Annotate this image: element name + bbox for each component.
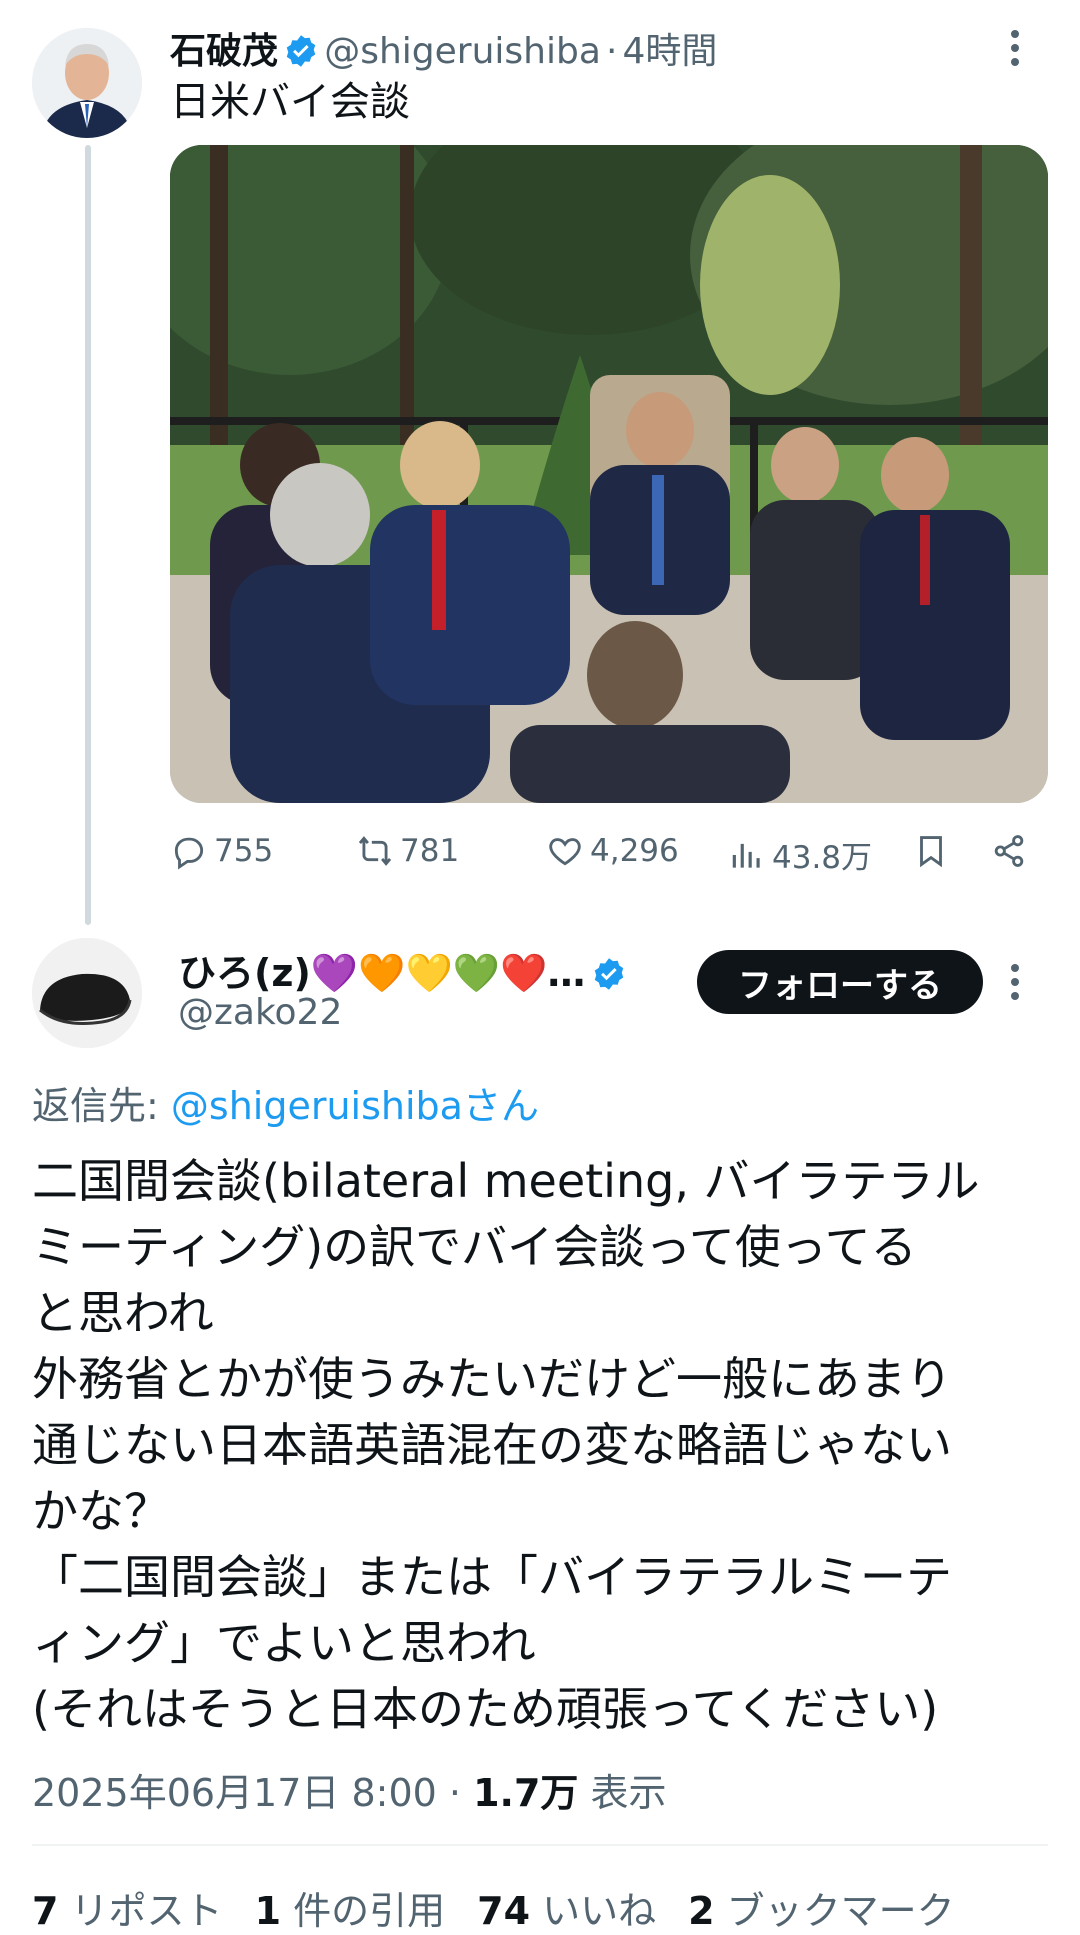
engagement-stats: 7 リポスト 1 件の引用 74 いいね 2 ブックマーク bbox=[32, 1880, 955, 1935]
reply-count: 755 bbox=[214, 833, 274, 869]
more-options-icon[interactable] bbox=[1008, 962, 1022, 1006]
author-handle[interactable]: @shigeruishiba bbox=[324, 31, 601, 72]
separator-dot: · bbox=[605, 31, 618, 72]
repost-count: 781 bbox=[400, 833, 460, 869]
heart-icon bbox=[549, 838, 581, 866]
stat-quotes[interactable]: 1 件の引用 bbox=[255, 1880, 446, 1935]
like-count: 4,296 bbox=[590, 833, 679, 869]
tweet-header: 石破茂 @shigeruishiba · 4時間 bbox=[170, 22, 718, 72]
like-action[interactable]: 4,296 bbox=[546, 832, 679, 870]
stat-count: 2 bbox=[688, 1889, 715, 1933]
repost-icon bbox=[358, 836, 392, 866]
stat-label: 件の引用 bbox=[293, 1889, 446, 1933]
author-name[interactable]: 石破茂 bbox=[170, 31, 278, 72]
reply-author-name[interactable]: ひろ(z)💜🧡💛💚❤️… bbox=[178, 951, 585, 995]
thread-connector-line bbox=[85, 145, 91, 925]
reply-to-handle-link[interactable]: @shigeruishibaさん bbox=[171, 1084, 539, 1128]
view-count: 43.8万 bbox=[772, 840, 873, 876]
views-action[interactable]: 43.8万 bbox=[728, 832, 872, 877]
reply-to-prefix: 返信先: bbox=[32, 1084, 171, 1128]
stat-label: リポスト bbox=[70, 1889, 223, 1933]
reply-action[interactable]: 755 bbox=[170, 832, 273, 870]
tweet-photo[interactable] bbox=[170, 145, 1048, 803]
stat-reposts[interactable]: 7 リポスト bbox=[32, 1880, 223, 1935]
repost-action[interactable]: 781 bbox=[356, 832, 459, 870]
stat-bookmarks[interactable]: 2 ブックマーク bbox=[688, 1880, 955, 1935]
reply-meta: 2025年06月17日 8:00 · 1.7万 表示 bbox=[32, 1762, 667, 1817]
stat-likes[interactable]: 74 いいね bbox=[477, 1880, 656, 1935]
bookmark-button[interactable] bbox=[912, 832, 956, 870]
reply-view-count: 1.7万 bbox=[473, 1771, 579, 1815]
stat-count: 7 bbox=[32, 1889, 59, 1933]
bookmark-icon bbox=[920, 836, 942, 868]
reply-timestamp[interactable]: 2025年06月17日 8:00 bbox=[32, 1771, 437, 1815]
verified-badge-icon bbox=[594, 958, 623, 990]
meta-dot: · bbox=[448, 1771, 462, 1815]
reply-body-text: 二国間会談(bilateral meeting, バイラテラル ミーティング)の… bbox=[32, 1154, 980, 1736]
stat-count: 1 bbox=[254, 1889, 282, 1933]
reply-icon bbox=[174, 837, 204, 870]
tweet-text: 日米バイ会談 bbox=[170, 79, 410, 125]
divider bbox=[32, 1844, 1048, 1846]
share-button[interactable] bbox=[990, 832, 1034, 870]
verified-badge-icon bbox=[286, 35, 316, 67]
reply-to-line: 返信先: @shigeruishibaさん bbox=[32, 1075, 539, 1130]
stat-label: ブックマーク bbox=[726, 1889, 955, 1933]
reply-author-row: ひろ(z)💜🧡💛💚❤️… bbox=[178, 942, 627, 995]
analytics-icon bbox=[732, 843, 760, 868]
avatar-zako22[interactable] bbox=[32, 938, 142, 1048]
reply-view-label: 表示 bbox=[590, 1771, 667, 1815]
reply-author-handle[interactable]: @zako22 bbox=[178, 992, 342, 1033]
share-icon bbox=[994, 835, 1024, 867]
follow-button[interactable]: フォローする bbox=[697, 950, 983, 1014]
tweet-time[interactable]: 4時間 bbox=[623, 31, 718, 72]
avatar-shigeruishiba[interactable] bbox=[32, 28, 142, 138]
stat-label: いいね bbox=[542, 1889, 657, 1933]
more-options-icon[interactable] bbox=[1008, 28, 1022, 75]
stat-count: 74 bbox=[477, 1889, 531, 1933]
